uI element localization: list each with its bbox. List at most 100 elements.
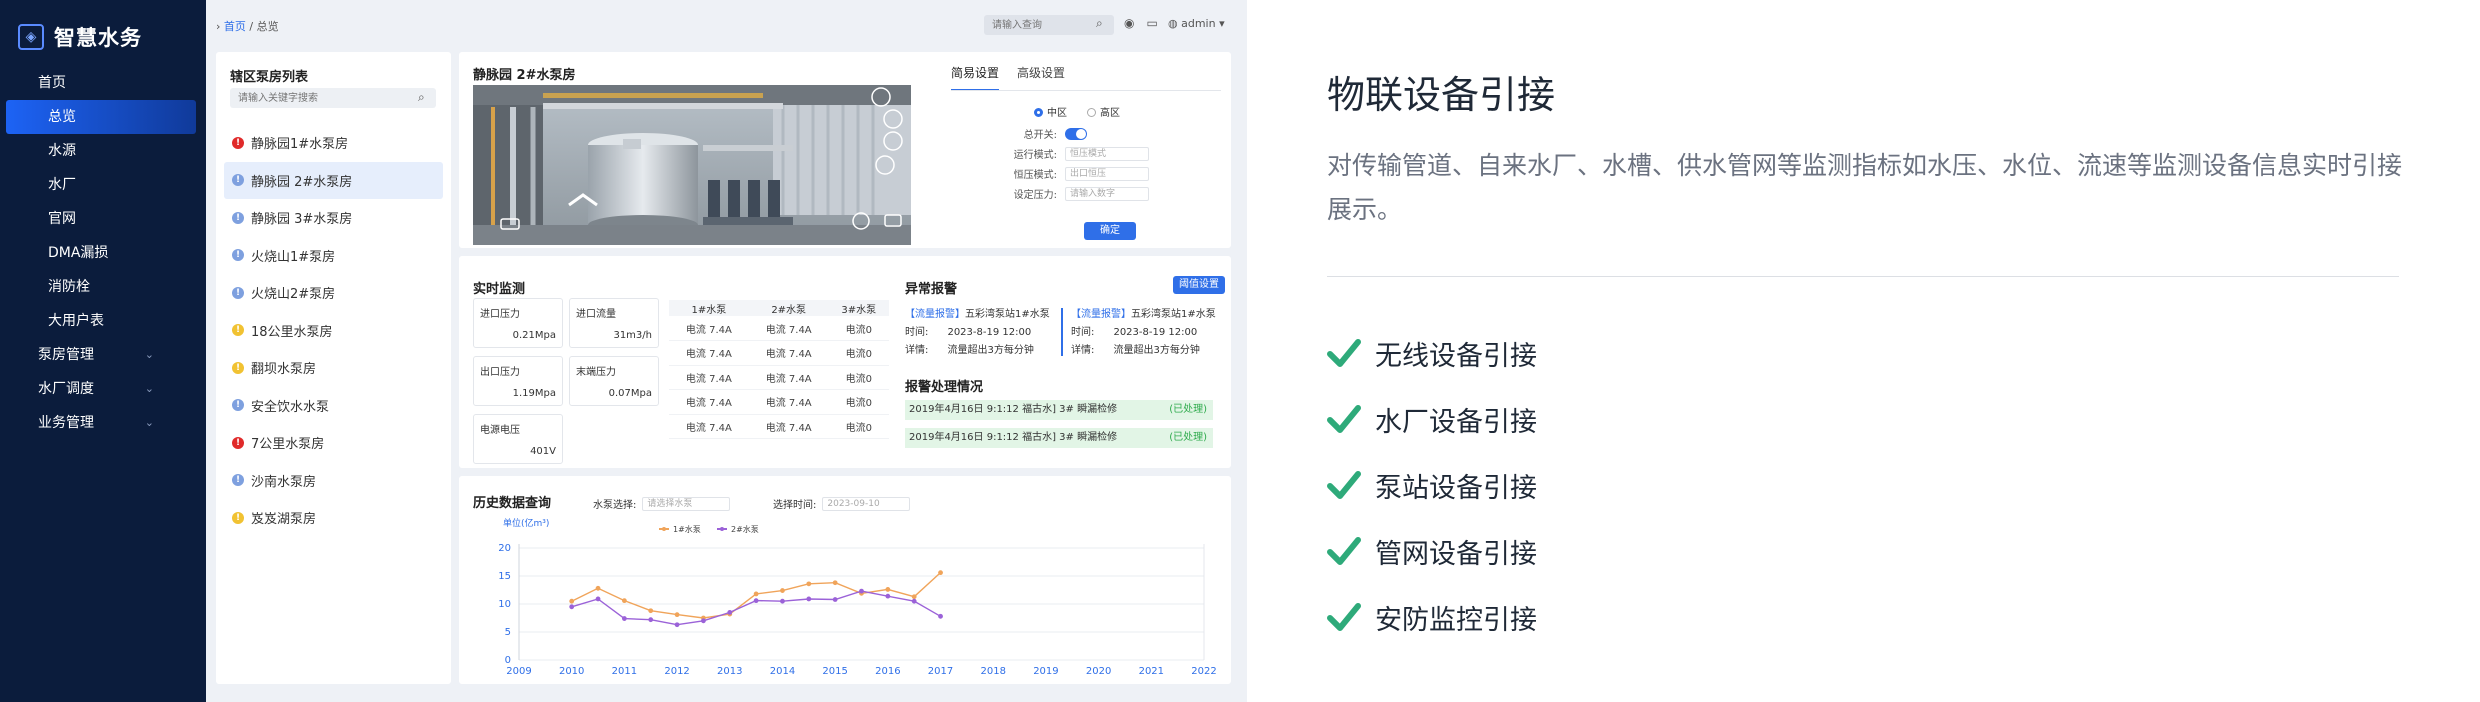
sidebar-item[interactable]: 首页 xyxy=(0,66,206,100)
radio-middle-zone[interactable]: 中区 xyxy=(1034,104,1067,119)
sidebar-item[interactable]: 消防栓 xyxy=(0,270,206,304)
pump-select[interactable]: 请选择水泵 xyxy=(642,496,731,511)
user-menu[interactable]: ◍ admin ▾ xyxy=(1168,17,1225,30)
feature-item-label: 管网设备引接 xyxy=(1375,538,1537,570)
alarm-time: 2023-8-19 12:00 xyxy=(947,327,1032,338)
pump-list-item[interactable]: ! 沙南水泵房 xyxy=(224,462,443,500)
status-alert-icon: ! xyxy=(232,324,244,337)
search-icon[interactable]: ⌕ xyxy=(418,90,425,105)
chevron-down-icon: ⌄ xyxy=(144,348,154,361)
pump-name: 翻坝水泵房 xyxy=(251,362,317,378)
pump-list-item[interactable]: ! 静脉园 3#水泵房 xyxy=(224,199,443,237)
breadcrumb-home[interactable]: 首页 xyxy=(224,20,246,33)
alarm-handling-row[interactable]: 2019年4月16日 9:1:12 福古水] 3# 瞬漏检修 (已处理) xyxy=(905,400,1213,420)
header-search-input[interactable] xyxy=(984,15,1114,35)
legend-label: 1#水泵 xyxy=(673,524,701,534)
table-row: 电流 7.4A 电流 7.4A 电流0 xyxy=(669,414,889,439)
x-tick-label: 2018 xyxy=(981,666,1006,677)
threshold-settings-button[interactable]: 阈值设置 xyxy=(1173,276,1225,294)
tab-simple-settings[interactable]: 简易设置 xyxy=(951,64,1000,91)
sidebar-item[interactable]: 大用户表 xyxy=(0,304,206,338)
tab-advanced-settings[interactable]: 高级设置 xyxy=(1017,64,1065,91)
data-point xyxy=(885,587,891,592)
set-pressure-input[interactable]: 请输入数字 xyxy=(1065,186,1149,201)
time-select[interactable]: 2023-09-10 xyxy=(822,496,911,511)
feature-item: 无线设备引接 xyxy=(1327,320,1537,386)
checkmark-icon xyxy=(1327,537,1361,565)
metric-value: 1.19Mpa xyxy=(512,388,556,399)
pump-list-item[interactable]: ! 岌岌湖泵房 xyxy=(224,499,443,537)
message-icon[interactable]: ◉ xyxy=(1124,16,1134,30)
radio-high-zone[interactable]: 高区 xyxy=(1087,104,1120,119)
alarm-entry[interactable]: 【流量报警】五彩湾泵站1#水泵 时间: 2023-8-19 12:00 详情: … xyxy=(905,306,1050,360)
pump-list-item[interactable]: ! 火烧山2#泵房 xyxy=(224,274,443,312)
main-content: › 首页 / 总览 ⌕ ◉ ▭ ◍ admin ▾ 辖区泵房列表 ⌕ ! 静脉园1… xyxy=(206,0,1247,702)
sidebar-item[interactable]: 水源 xyxy=(0,134,206,168)
table-cell: 电流0 xyxy=(828,316,889,341)
run-mode-select[interactable]: 恒压模式 xyxy=(1065,146,1149,161)
pump-name: 安全饮水水泵 xyxy=(251,399,330,415)
sidebar-item[interactable]: 泵房管理 ⌄ xyxy=(0,338,206,372)
chevron-down-icon: ⌄ xyxy=(144,382,154,395)
alarm-detail: 流量超出3方每分钟 xyxy=(947,345,1034,356)
y-tick-label: 20 xyxy=(498,543,511,554)
pump-list-item[interactable]: ! 安全饮水水泵 xyxy=(224,387,443,425)
sidebar-item[interactable]: 总览 xyxy=(6,100,196,134)
handling-status: (已处理) xyxy=(1169,432,1207,443)
pump-name: 沙南水泵房 xyxy=(251,474,317,490)
data-point xyxy=(938,570,943,576)
master-switch-toggle[interactable] xyxy=(1065,127,1087,140)
pump-room-camera-view[interactable] xyxy=(473,85,911,245)
pump-list-item[interactable]: ! 翻坝水泵房 xyxy=(224,349,443,387)
pressure-mode-select[interactable]: 出口恒压 xyxy=(1065,166,1149,181)
x-tick-label: 2013 xyxy=(717,666,742,677)
alarm-title: 异常报警 xyxy=(905,282,958,297)
screen-icon[interactable]: ▭ xyxy=(1146,16,1157,30)
pump-list-item[interactable]: ! 火烧山1#泵房 xyxy=(224,237,443,275)
table-cell: 电流 7.4A xyxy=(748,389,829,415)
alarm-detail: 流量超出3方每分钟 xyxy=(1113,345,1200,356)
sidebar-item[interactable]: 官网 xyxy=(0,202,206,236)
sidebar-item-label: 消防栓 xyxy=(48,279,90,295)
sidebar-item[interactable]: 水厂 xyxy=(0,168,206,202)
pump-list-item[interactable]: ! 7公里水泵房 xyxy=(224,424,443,462)
data-point xyxy=(569,604,575,610)
y-tick-label: 5 xyxy=(505,627,511,638)
alarm-handling-row[interactable]: 2019年4月16日 9:1:12 福古水] 3# 瞬漏检修 (已处理) xyxy=(905,428,1213,448)
feature-item-label: 泵站设备引接 xyxy=(1375,472,1537,504)
confirm-button[interactable]: 确定 xyxy=(1084,222,1136,240)
table-header: 3#水泵 xyxy=(828,300,889,316)
alarm-handling-title: 报警处理情况 xyxy=(905,380,984,395)
app-logo[interactable]: ◈ 智慧水务 xyxy=(18,22,142,52)
table-cell: 电流0 xyxy=(828,414,889,439)
data-point xyxy=(753,598,759,604)
pump-list-item[interactable]: ! 18公里水泵房 xyxy=(224,312,443,350)
alarm-entry[interactable]: 【流量报警】五彩湾泵站1#水泵 时间: 2023-8-19 12:00 详情: … xyxy=(1071,306,1216,360)
table-cell: 电流 7.4A xyxy=(669,365,749,390)
status-alert-icon: ! xyxy=(232,436,244,449)
sidebar-item[interactable]: 水厂调度 ⌄ xyxy=(0,372,206,406)
search-icon[interactable]: ⌕ xyxy=(1096,16,1103,31)
zone-radio-group: 中区 高区 xyxy=(1034,104,1120,119)
sidebar-item[interactable]: 业务管理 ⌄ xyxy=(0,406,206,440)
data-point xyxy=(569,598,575,604)
x-tick-label: 2016 xyxy=(875,666,900,677)
sidebar-item-label: 水源 xyxy=(48,143,76,159)
table-cell: 电流 7.4A xyxy=(748,316,829,341)
alarm-tag: 【流量报警】 xyxy=(1071,309,1131,320)
pump-search-input[interactable] xyxy=(230,88,436,108)
sidebar-item[interactable]: DMA漏损 xyxy=(0,236,206,270)
pump-list-item[interactable]: ! 静脉园1#水泵房 xyxy=(224,124,443,162)
metric-card: 末端压力 0.07Mpa xyxy=(569,356,659,406)
table-cell: 电流0 xyxy=(828,340,889,366)
pump-list-item[interactable]: ! 静脉园 2#水泵房 xyxy=(224,161,443,199)
checkmark-icon xyxy=(1327,603,1361,631)
data-point xyxy=(780,598,785,604)
data-point xyxy=(911,598,917,604)
y-tick-label: 15 xyxy=(498,571,511,582)
checkmark-icon xyxy=(1327,339,1361,367)
metric-value: 0.21Mpa xyxy=(512,330,556,341)
set-pressure-row: 设定压力: 请输入数字 xyxy=(1009,186,1209,201)
alarm-divider xyxy=(1061,308,1063,356)
pressure-mode-row: 恒压模式: 出口恒压 xyxy=(1009,166,1209,181)
